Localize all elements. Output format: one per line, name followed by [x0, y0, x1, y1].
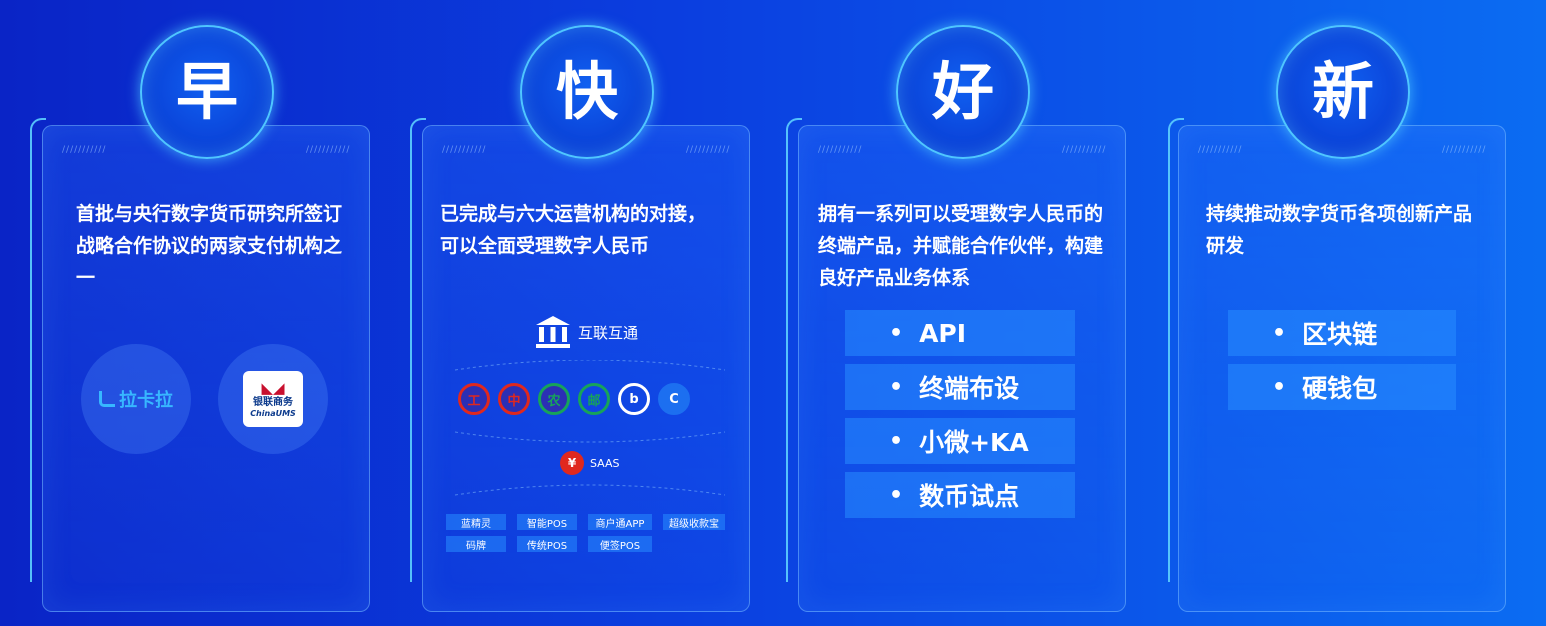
boc-logo: 中	[498, 383, 530, 415]
decor-hatch: ///////////	[442, 145, 487, 155]
chinaums-sub: ChinaUMS	[250, 408, 296, 418]
bullet-icon: •	[889, 428, 904, 454]
feature-label: API	[919, 318, 967, 348]
feature-label: 硬钱包	[1302, 374, 1378, 403]
terminal-tag: 传统POS	[517, 536, 577, 552]
decor-hatch: ///////////	[1442, 145, 1487, 155]
feature-item: • 区块链	[1228, 310, 1456, 356]
heading-new: 新	[1311, 55, 1374, 128]
saas-label: SAAS	[590, 456, 620, 470]
chinaums-logo: ◣◢ 银联商务 ChinaUMS	[243, 371, 303, 427]
decor-hatch: ///////////	[62, 145, 107, 155]
chinaums-label: 银联商务	[253, 397, 293, 409]
bullet-icon: •	[1272, 374, 1287, 400]
bullet-icon: •	[889, 320, 904, 346]
decor-hatch: ///////////	[818, 145, 863, 155]
ums-mark-icon: ◣◢	[261, 379, 285, 398]
decor-hatch: ///////////	[306, 145, 351, 155]
terminal-tag: 码牌	[446, 536, 506, 552]
feature-label: 小微+KA	[919, 428, 1029, 457]
heading-early: 早	[175, 55, 238, 128]
card-good-text: 拥有一系列可以受理数字人民币的终端产品，并赋能合作伙伴，构建良好产品业务体系	[818, 203, 1104, 289]
bank-logo-row: 工 中 农 邮 b C	[458, 383, 690, 415]
terminal-tag: 智能POS	[517, 514, 577, 530]
saas-row: ¥ SAAS	[560, 451, 620, 475]
saas-icon: ¥	[560, 451, 584, 475]
chinaums-logo-circle: ◣◢ 银联商务 ChinaUMS	[218, 344, 328, 454]
heading-fast: 快	[555, 55, 618, 128]
bullet-icon: •	[1272, 320, 1287, 346]
heading-circle-good: 好	[896, 25, 1030, 159]
lakala-logo-circle: 拉卡拉	[81, 344, 191, 454]
decor-hatch: ///////////	[686, 145, 731, 155]
card-early-text: 首批与央行数字货币研究所签订战略合作协议的两家支付机构之一	[76, 203, 343, 289]
feature-item: • 终端布设	[845, 364, 1075, 410]
feature-item: • 数币试点	[845, 472, 1075, 518]
card-fast-text: 已完成与六大运营机构的对接，可以全面受理数字人民币	[440, 203, 707, 257]
interconnect-label-row: 互联互通	[534, 314, 638, 350]
postal-bank-logo: 邮	[578, 383, 610, 415]
heading-circle-new: 新	[1276, 25, 1410, 159]
abc-logo: 农	[538, 383, 570, 415]
feature-label: 数币试点	[919, 482, 1020, 511]
interconnect-label: 互联互通	[578, 323, 639, 342]
feature-item: • API	[845, 310, 1075, 356]
decor-hatch: ///////////	[1198, 145, 1243, 155]
heading-good: 好	[931, 55, 994, 128]
heading-circle-fast: 快	[520, 25, 654, 159]
feature-item: • 小微+KA	[845, 418, 1075, 464]
terminal-tag: 蓝精灵	[446, 514, 506, 530]
feature-label: 区块链	[1302, 320, 1378, 349]
icbc-logo: 工	[458, 383, 490, 415]
bullet-icon: •	[889, 374, 904, 400]
feature-label: 终端布设	[919, 374, 1020, 403]
card-new-text: 持续推动数字货币各项创新产品研发	[1206, 203, 1473, 257]
ccb-logo: C	[658, 383, 690, 415]
bocom-logo: b	[618, 383, 650, 415]
lakala-logo: 拉卡拉	[99, 386, 173, 412]
lakala-mark-icon	[99, 391, 115, 407]
terminal-tag: 超级收款宝	[663, 514, 725, 530]
terminal-tag: 便签POS	[588, 536, 652, 552]
heading-circle-early: 早	[140, 25, 274, 159]
lakala-label: 拉卡拉	[119, 390, 173, 411]
bank-building-icon	[536, 316, 570, 348]
feature-item: • 硬钱包	[1228, 364, 1456, 410]
terminal-tag: 商户通APP	[588, 514, 652, 530]
bullet-icon: •	[889, 482, 904, 508]
decor-hatch: ///////////	[1062, 145, 1107, 155]
